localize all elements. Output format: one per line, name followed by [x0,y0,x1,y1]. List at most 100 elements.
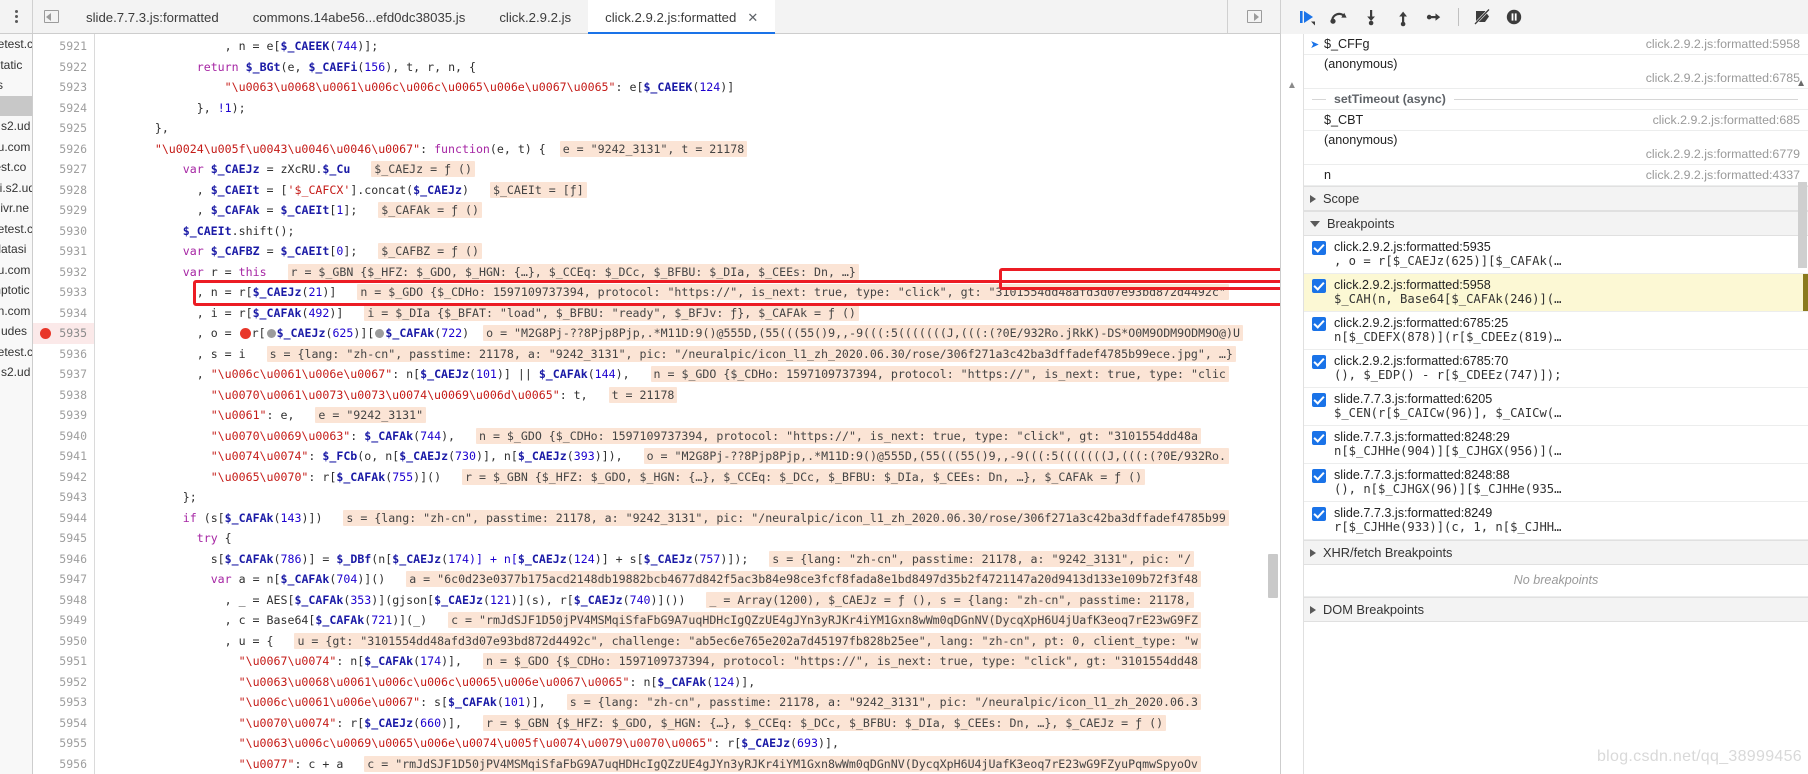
navigator-item[interactable]: dn.com [0,301,32,322]
navigator-item[interactable]: eetest.c [0,342,32,363]
line-number[interactable]: 5935 [33,323,94,344]
source-code-area[interactable]: , n = e[$_CAEEK(744)]; return $_BGt(e, $… [95,34,1280,774]
pause-on-exceptions-button[interactable] [1498,1,1530,33]
code-line[interactable]: , c = Base64[$_CAFAk(721)](_) c = "rmJdS… [95,610,1280,631]
navigator-item[interactable]: test.co [0,157,32,178]
code-line[interactable]: var a = n[$_CAFAk(704)]() a = "6c0d23e03… [95,569,1280,590]
line-number[interactable]: 5921 [33,36,94,57]
callstack-frame[interactable]: n click.2.9.2.js:formatted:4337 [1304,165,1808,186]
line-number[interactable]: 5939 [33,405,94,426]
code-line[interactable]: s[$_CAFAk(786)] = $_DBf(n[$_CAEJz(174)] … [95,549,1280,570]
callstack-frame[interactable]: (anonymous) click.2.9.2.js:formatted:6779 [1304,131,1808,165]
line-number[interactable]: 5947 [33,569,94,590]
code-line[interactable]: "\u0063\u006c\u0069\u0065\u006e\u0074\u0… [95,733,1280,754]
navigator-item[interactable]: cli.s2.ud [0,178,32,199]
line-number[interactable]: 5925 [33,118,94,139]
line-number[interactable]: 5946 [33,549,94,570]
navigator-item[interactable]: du.com [0,260,32,281]
navigator-item[interactable]: mptotic [0,280,32,301]
code-line[interactable]: , $_CAFAk = $_CAEIt[1]; $_CAFAk = ƒ () [95,200,1280,221]
breakpoint-checkbox[interactable] [1312,507,1326,521]
breakpoint-checkbox[interactable] [1312,431,1326,445]
line-number[interactable]: 5924 [33,98,94,119]
callstack-frame[interactable]: ➤ $_CFFg click.2.9.2.js:formatted:5958 [1304,34,1808,55]
tab-click-2-9-2-js[interactable]: click.2.9.2.js [482,0,588,34]
code-line[interactable]: "\u0063\u0068\u0061\u006c\u006c\u0065\u0… [95,672,1280,693]
tab-click-2-9-2-js-formatted[interactable]: click.2.9.2.js:formatted ✕ [588,0,776,35]
breakpoint-checkbox[interactable] [1312,241,1326,255]
section-header-breakpoints[interactable]: Breakpoints [1304,211,1808,236]
navigator-item[interactable]: eetest.c [0,34,32,55]
line-number[interactable]: 5929 [33,200,94,221]
navigator-item[interactable]: 1.s2.ud [0,362,32,383]
line-number[interactable]: 5945 [33,528,94,549]
scroll-up-arrow-icon[interactable]: ▲ [1287,80,1297,91]
line-number[interactable]: 5954 [33,713,94,734]
navigator-item[interactable]: du.com [0,137,32,158]
line-number[interactable]: 5938 [33,385,94,406]
line-number[interactable]: 5944 [33,508,94,529]
navigator-item[interactable]: /js [0,75,32,96]
breakpoint-checkbox[interactable] [1312,469,1326,483]
code-line[interactable]: , s = i s = {lang: "zh-cn", passtime: 21… [95,344,1280,365]
breakpoint-checkbox[interactable] [1312,355,1326,369]
code-line[interactable]: }, !1); [95,98,1280,119]
line-number[interactable]: 5936 [33,344,94,365]
code-line[interactable]: return $_BGt(e, $_CAEFi(156), t, r, n, { [95,57,1280,78]
section-header-scope[interactable]: Scope [1304,186,1808,211]
code-line[interactable]: try { [95,528,1280,549]
navigator-item[interactable]: eetest.c [0,219,32,240]
code-line[interactable]: , u = { u = {gt: "3101554dd48afd3d07e93b… [95,631,1280,652]
code-line[interactable]: , "\u006c\u0061\u006e\u0067": n[$_CAEJz(… [95,364,1280,385]
callstack-frame[interactable]: (anonymous) click.2.9.2.js:formatted:6785 [1304,55,1808,89]
navigator-item[interactable] [0,95,32,116]
breakpoint-list-item[interactable]: slide.7.7.3.js:formatted:6205 $_CEN(r[$_C… [1304,388,1808,426]
line-number[interactable]: 5943 [33,487,94,508]
breakpoint-list-item[interactable]: slide.7.7.3.js:formatted:8248:29 n[$_CJHH… [1304,426,1808,464]
line-number[interactable]: 5952 [33,672,94,693]
code-line[interactable]: "\u0063\u0068\u0061\u006c\u006c\u0065\u0… [95,77,1280,98]
line-number[interactable]: 5951 [33,651,94,672]
code-line[interactable]: "\u0065\u0070": r[$_CAFAk(755)]() r = $_… [95,467,1280,488]
code-line[interactable]: , o = r[$_CAEJz(625)][$_CAFAk(722) o = "… [95,323,1280,344]
code-line[interactable]: "\u0024\u005f\u0043\u0046\u0046\u0067": … [95,139,1280,160]
navigator-item[interactable]: .datasi [0,239,32,260]
show-debugger-sidebar-button[interactable] [1228,10,1280,23]
step-into-next-function-call-button[interactable] [1355,1,1387,33]
line-number[interactable]: 5930 [33,221,94,242]
line-number[interactable]: 5932 [33,262,94,283]
line-number[interactable]: 5928 [33,180,94,201]
show-navigator-button[interactable] [33,0,69,33]
breakpoint-list-item[interactable]: slide.7.7.3.js:formatted:8248:88 (), n[$_… [1304,464,1808,502]
code-line[interactable]: , $_CAEIt = ['$_CAFCX'].concat($_CAEJz) … [95,180,1280,201]
breakpoint-dot-icon[interactable] [40,328,51,339]
line-number[interactable]: 5949 [33,610,94,631]
code-line[interactable]: , _ = AES[$_CAFAk(353)](gjson[$_CAEJz(12… [95,590,1280,611]
line-number[interactable]: 5923 [33,77,94,98]
code-line[interactable]: var r = this r = $_GBN {$_HFZ: $_GDO, $_… [95,262,1280,283]
code-line[interactable]: , n = e[$_CAEEK(744)]; [95,36,1280,57]
line-number-gutter[interactable]: 5921 5922 5923 5924 5925 5926 5927 5928 5929 5930… [33,34,95,774]
breakpoint-checkbox[interactable] [1312,393,1326,407]
code-line[interactable]: "\u0067\u0074": n[$_CAFAk(174)], n = $_G… [95,651,1280,672]
breakpoint-checkbox[interactable] [1312,279,1326,293]
editor-vertical-scrollbar[interactable] [1268,554,1278,598]
code-line[interactable]: }; [95,487,1280,508]
step-button[interactable] [1419,1,1451,33]
code-line[interactable]: "\u0077": c + a c = "rmJdSJF1D50jPV4MSMq… [95,754,1280,774]
callstack-frame[interactable]: $_CBT click.2.9.2.js:formatted:685 [1304,110,1808,131]
code-line[interactable]: $_CAEIt.shift(); [95,221,1280,242]
code-line[interactable]: "\u0061": e, e = "9242_3131" [95,405,1280,426]
line-number[interactable]: 5926 [33,139,94,160]
tab-slide-7-7-3-js-formatted[interactable]: slide.7.7.3.js:formatted [69,0,236,34]
resume-script-execution-button[interactable] [1291,1,1323,33]
line-number[interactable]: 5940 [33,426,94,447]
step-over-next-function-call-button[interactable] [1323,1,1355,33]
line-number[interactable]: 5933 [33,282,94,303]
navigator-item[interactable]: d.udes [0,321,32,342]
code-line[interactable]: var $_CAFBZ = $_CAEIt[0]; $_CAFBZ = ƒ () [95,241,1280,262]
line-number[interactable]: 5950 [33,631,94,652]
navigator-item[interactable]: 1.s2.ud [0,116,32,137]
code-line[interactable]: "\u0074\u0074": $_FCb(o, n[$_CAEJz(730)]… [95,446,1280,467]
sidebar-scroll-up-arrow-icon[interactable]: ▲ [1796,78,1806,89]
